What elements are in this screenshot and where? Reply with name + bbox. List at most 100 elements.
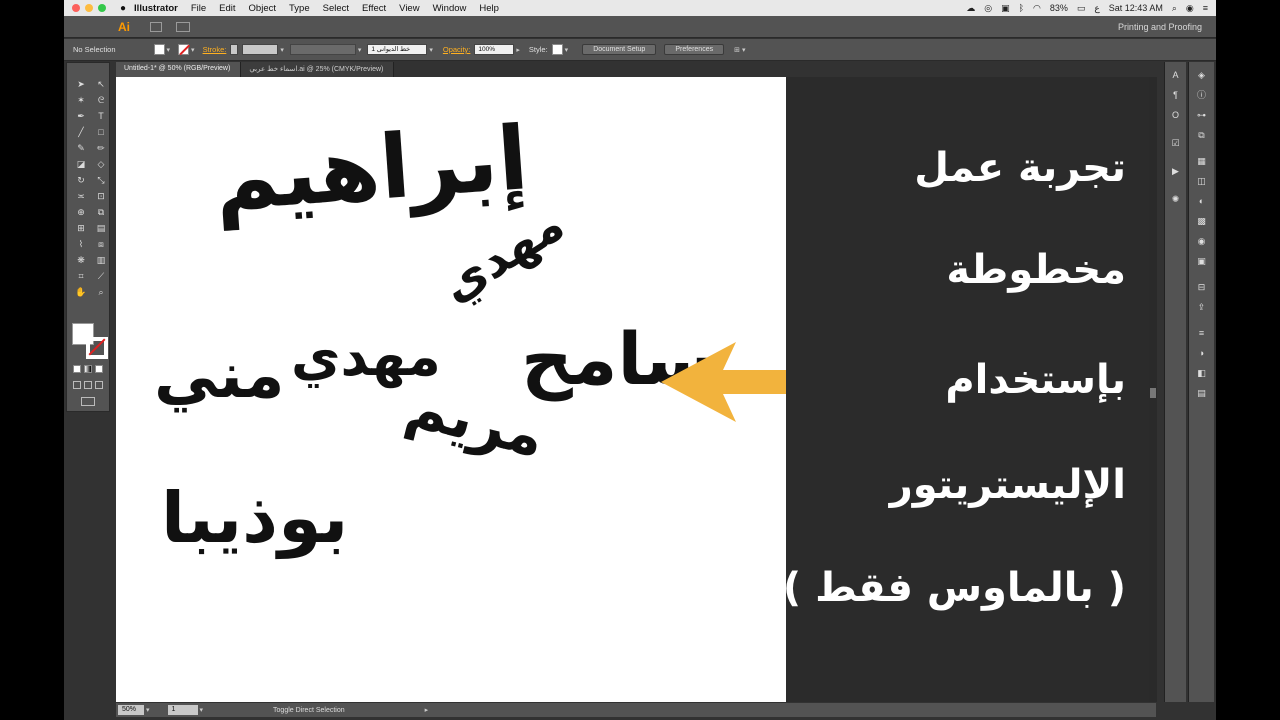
chevron-down-icon[interactable]: ▾ xyxy=(358,46,362,54)
draw-behind-icon[interactable] xyxy=(84,381,92,389)
app-icon[interactable]: ▣ xyxy=(1001,3,1010,14)
links-panel-icon[interactable]: ⊶ xyxy=(1195,108,1209,122)
gradient-tool-icon[interactable]: ▤ xyxy=(93,221,109,236)
gradient-panel-icon[interactable]: ◑ xyxy=(1195,346,1209,360)
transparency-panel-icon[interactable]: ◧ xyxy=(1195,366,1209,380)
battery-icon[interactable]: ▭ xyxy=(1077,3,1086,14)
tab-arabic-names[interactable]: اسماء خط عربي.ai @ 25% (CMYK/Preview) xyxy=(241,62,395,77)
input-source-icon[interactable]: ع xyxy=(1094,3,1099,14)
paintbrush-tool-icon[interactable]: ✎ xyxy=(73,141,89,156)
notification-center-icon[interactable]: ≡ xyxy=(1203,3,1208,13)
magic-wand-tool-icon[interactable]: ✶ xyxy=(73,93,89,108)
wifi-icon[interactable]: ◠ xyxy=(1033,3,1041,14)
width-tool-icon[interactable]: ≍ xyxy=(73,189,89,204)
scale-tool-icon[interactable]: ⤡ xyxy=(93,173,109,188)
stroke-swatch[interactable] xyxy=(178,44,190,55)
type-tool-icon[interactable]: T xyxy=(93,109,109,124)
bridge-button[interactable] xyxy=(150,21,162,32)
calligraphy-boudhiaba[interactable]: بوذيبا xyxy=(161,477,348,559)
preferences-button[interactable]: Preferences xyxy=(664,44,725,55)
direct-selection-tool-icon[interactable]: ↖ xyxy=(93,77,109,92)
bluetooth-icon[interactable]: ᛒ xyxy=(1019,3,1024,13)
brushes-panel-icon[interactable]: ✺ xyxy=(1169,192,1183,206)
mesh-tool-icon[interactable]: ⊞ xyxy=(73,221,89,236)
draw-normal-icon[interactable] xyxy=(73,381,81,389)
menu-help[interactable]: Help xyxy=(479,3,499,14)
chevron-down-icon[interactable]: ▾ xyxy=(429,46,433,54)
artboards-panel-icon[interactable]: ⊟ xyxy=(1195,280,1209,294)
canvas-area[interactable]: إبراهيم مهدي سامح مهدي مني مريم بوذيبا ت… xyxy=(116,77,1156,702)
lasso-tool-icon[interactable]: ᘓ xyxy=(93,93,109,108)
apple-menu-icon[interactable]: ● xyxy=(120,3,126,14)
color-panel-icon[interactable]: ◐ xyxy=(1195,194,1209,208)
zoom-tool-icon[interactable]: ⌕ xyxy=(93,285,109,300)
draw-inside-icon[interactable] xyxy=(95,381,103,389)
menu-object[interactable]: Object xyxy=(249,3,276,14)
align-panel-icon[interactable]: ▦ xyxy=(1195,154,1209,168)
column-graph-tool-icon[interactable]: ▥ xyxy=(93,253,109,268)
eyedropper-tool-icon[interactable]: ⌇ xyxy=(73,237,89,252)
close-window-button[interactable] xyxy=(72,4,80,12)
swatches-panel-icon[interactable]: ▩ xyxy=(1195,214,1209,228)
stroke-panel-icon[interactable]: ≡ xyxy=(1195,326,1209,340)
opacity-field[interactable]: 100% xyxy=(474,44,515,55)
fill-stroke-widget[interactable] xyxy=(72,323,108,359)
opentype-panel-icon[interactable]: O xyxy=(1169,108,1183,122)
menu-app-name[interactable]: Illustrator xyxy=(134,3,178,14)
chevron-right-icon[interactable]: ▸ xyxy=(425,706,429,714)
chevron-right-icon[interactable]: ▸ xyxy=(516,46,520,54)
menu-edit[interactable]: Edit xyxy=(219,3,235,14)
clock[interactable]: Sat 12:43 AM xyxy=(1109,3,1163,13)
stroke-color-box[interactable] xyxy=(86,337,108,359)
chevron-down-icon[interactable]: ▾ xyxy=(565,46,569,54)
appearance-panel-icon[interactable]: ◉ xyxy=(1195,234,1209,248)
arrange-icon[interactable]: ⊞ xyxy=(734,46,740,54)
menu-select[interactable]: Select xyxy=(323,3,349,14)
chevron-down-icon[interactable]: ▾ xyxy=(191,46,195,54)
slice-tool-icon[interactable]: ⟋ xyxy=(93,269,109,284)
chevron-down-icon[interactable]: ▾ xyxy=(167,46,171,54)
pen-tool-icon[interactable]: ✒ xyxy=(73,109,89,124)
blend-tool-icon[interactable]: ⧈ xyxy=(93,237,109,252)
eraser-tool-icon[interactable]: ◇ xyxy=(93,157,109,172)
symbol-sprayer-tool-icon[interactable]: ❋ xyxy=(73,253,89,268)
shape-builder-tool-icon[interactable]: ⊕ xyxy=(73,205,89,220)
pathfinder-panel-icon[interactable]: ◫ xyxy=(1195,174,1209,188)
gradient-button[interactable] xyxy=(84,365,92,373)
rectangle-tool-icon[interactable]: □ xyxy=(93,125,109,140)
actions-panel-icon[interactable]: ▶ xyxy=(1169,164,1183,178)
artboard-navigation-field[interactable]: 1 xyxy=(167,705,198,715)
free-transform-tool-icon[interactable]: ⊡ xyxy=(93,189,109,204)
paragraph-panel-icon[interactable]: ¶ xyxy=(1169,88,1183,102)
vertical-scrollbar-thumb[interactable] xyxy=(1150,388,1156,398)
asset-export-panel-icon[interactable]: ⇪ xyxy=(1195,300,1209,314)
minimize-window-button[interactable] xyxy=(85,4,93,12)
document-info-panel-icon[interactable]: ▤ xyxy=(1195,386,1209,400)
calligraphy-ibrahim[interactable]: إبراهيم xyxy=(211,106,531,231)
user-icon[interactable]: ◉ xyxy=(1186,3,1194,14)
info-panel-icon[interactable]: ⓘ xyxy=(1195,88,1209,102)
character-panel-icon[interactable]: A xyxy=(1169,68,1183,82)
rotate-tool-icon[interactable]: ↻ xyxy=(73,173,89,188)
menu-type[interactable]: Type xyxy=(289,3,310,14)
brush-definition-field[interactable]: 1 خط الديوانى xyxy=(367,44,428,55)
perspective-grid-tool-icon[interactable]: ⧉ xyxy=(93,205,109,220)
menu-window[interactable]: Window xyxy=(433,3,467,14)
calligraphy-mona[interactable]: مني xyxy=(154,339,285,413)
tasks-panel-icon[interactable]: ☑ xyxy=(1169,136,1183,150)
chevron-down-icon[interactable]: ▾ xyxy=(200,706,204,714)
hand-tool-icon[interactable]: ✋ xyxy=(73,285,89,300)
sync-icon[interactable]: ◎ xyxy=(984,3,992,14)
menu-file[interactable]: File xyxy=(191,3,206,14)
chevron-down-icon[interactable]: ▾ xyxy=(146,706,150,714)
creative-cloud-icon[interactable]: ☁ xyxy=(966,3,975,14)
stroke-weight-field[interactable] xyxy=(242,44,279,55)
selection-tool-icon[interactable]: ➤ xyxy=(73,77,89,92)
color-button[interactable] xyxy=(73,365,81,373)
menu-effect[interactable]: Effect xyxy=(362,3,386,14)
chevron-down-icon[interactable]: ▾ xyxy=(280,46,284,54)
zoom-level-field[interactable]: 50% xyxy=(118,705,144,715)
layers-panel-icon[interactable]: ◈ xyxy=(1195,68,1209,82)
graphic-styles-panel-icon[interactable]: ▣ xyxy=(1195,254,1209,268)
artboard-tool-icon[interactable]: ⌗ xyxy=(73,269,89,284)
